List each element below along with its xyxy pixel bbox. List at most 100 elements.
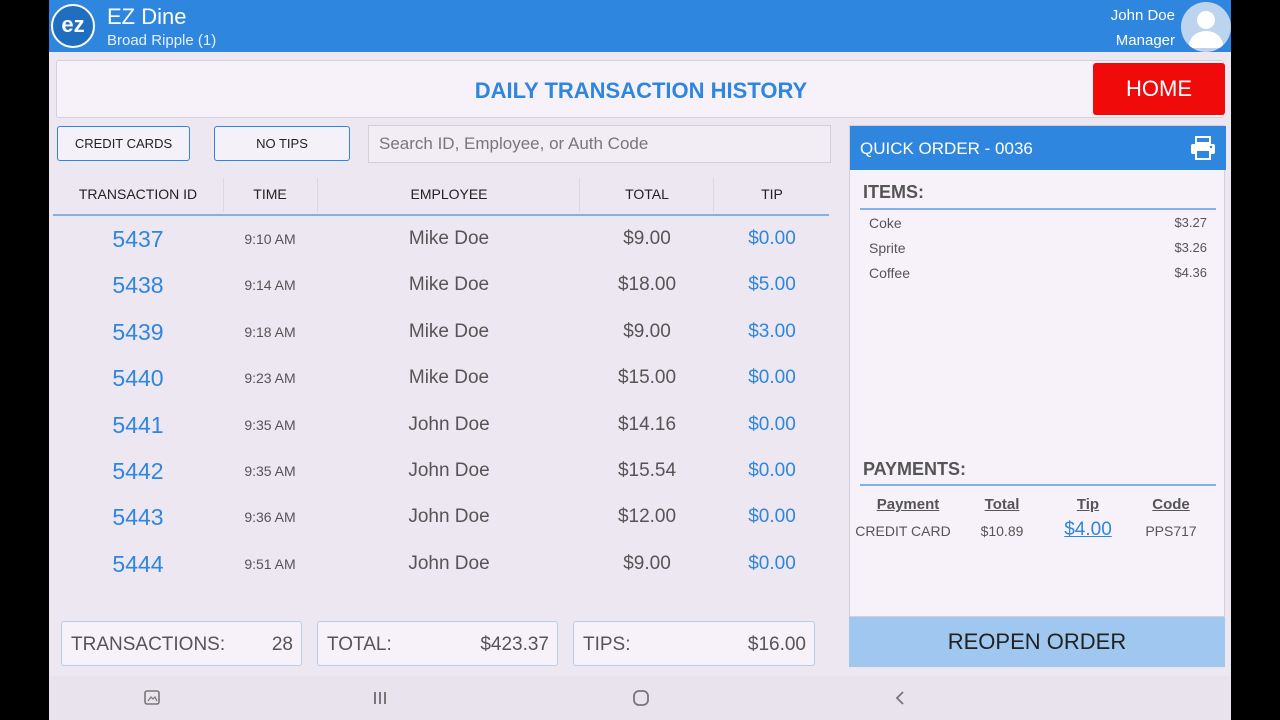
transaction-id[interactable]: 5439 xyxy=(53,309,223,355)
order-detail-panel: QUICK ORDER - 0036 ITEMS: Coke $3.27 Spr… xyxy=(849,125,1226,617)
home-button[interactable]: HOME xyxy=(1093,63,1225,115)
transaction-tip[interactable]: $0.00 xyxy=(715,494,829,540)
transaction-id[interactable]: 5438 xyxy=(53,262,223,308)
table-row[interactable]: 5438 9:14 AM Mike Doe $18.00 $5.00 xyxy=(53,262,829,308)
printer-icon[interactable] xyxy=(1190,136,1216,160)
transaction-tip[interactable]: $0.00 xyxy=(715,355,829,401)
back-icon[interactable] xyxy=(887,686,915,710)
transaction-id[interactable]: 5442 xyxy=(53,448,223,494)
total-value: $423.37 xyxy=(480,634,549,655)
order-title: QUICK ORDER - 0036 xyxy=(860,139,1033,158)
transaction-total: $18.00 xyxy=(617,274,677,296)
order-item: Coffee $4.36 xyxy=(869,265,1207,287)
ez-logo: ez xyxy=(51,4,95,48)
app-window: ez EZ Dine Broad Ripple (1) John Doe Man… xyxy=(49,0,1231,720)
transaction-tip[interactable]: $0.00 xyxy=(715,216,829,262)
transaction-time: 9:35 AM xyxy=(244,462,296,479)
transaction-id[interactable]: 5440 xyxy=(53,355,223,401)
user-avatar-icon[interactable] xyxy=(1181,2,1231,52)
table-row[interactable]: 5439 9:18 AM Mike Doe $9.00 $3.00 xyxy=(53,309,829,355)
column-header-transaction-id[interactable]: TRANSACTION ID xyxy=(53,174,223,214)
transaction-tip[interactable]: $0.00 xyxy=(715,541,829,587)
transaction-total: $15.54 xyxy=(617,459,677,481)
transaction-total: $9.00 xyxy=(623,228,671,249)
transaction-id[interactable]: 5444 xyxy=(53,541,223,587)
transaction-total: $9.00 xyxy=(623,552,671,574)
transaction-employee: Mike Doe xyxy=(408,274,490,296)
payment-header-code: Code xyxy=(1152,496,1190,513)
payment-header-method: Payment xyxy=(876,496,940,513)
transaction-time: 9:23 AM xyxy=(244,370,296,387)
system-nav-bar xyxy=(49,676,1231,720)
payments-divider xyxy=(860,484,1216,486)
table-row[interactable]: 5437 9:10 AM Mike Doe $9.00 $0.00 xyxy=(53,216,829,262)
transaction-employee: John Doe xyxy=(408,552,490,574)
transactions-value: 28 xyxy=(271,634,293,655)
table-header: TRANSACTION ID TIME EMPLOYEE TOTAL TIP xyxy=(53,174,829,216)
page-header: DAILY TRANSACTION HISTORY HOME xyxy=(56,60,1225,118)
home-circle-icon[interactable] xyxy=(627,686,655,710)
payment-total: $10.89 xyxy=(980,523,1024,539)
payment-header-total: Total xyxy=(984,496,1020,513)
transaction-total: $12.00 xyxy=(617,506,677,528)
tips-box: TIPS: $16.00 xyxy=(573,621,815,666)
transaction-employee: John Doe xyxy=(408,459,490,481)
item-name: Sprite xyxy=(869,240,906,256)
column-header-total[interactable]: TOTAL xyxy=(581,174,713,214)
location-label: Broad Ripple (1) xyxy=(107,32,217,49)
total-label: TOTAL: xyxy=(327,634,392,655)
items-divider xyxy=(860,208,1216,210)
user-name: John Doe xyxy=(1110,7,1175,24)
column-header-employee[interactable]: EMPLOYEE xyxy=(319,174,579,214)
transaction-employee: John Doe xyxy=(408,413,490,435)
table-row[interactable]: 5440 9:23 AM Mike Doe $15.00 $0.00 xyxy=(53,355,829,401)
transaction-tip[interactable]: $3.00 xyxy=(715,309,829,355)
transaction-id[interactable]: 5443 xyxy=(53,494,223,540)
item-price: $3.27 xyxy=(1174,215,1207,230)
search-input[interactable] xyxy=(368,125,831,163)
transaction-id[interactable]: 5437 xyxy=(53,216,223,262)
table-row[interactable]: 5442 9:35 AM John Doe $15.54 $0.00 xyxy=(53,448,829,494)
transaction-time: 9:36 AM xyxy=(244,509,296,526)
credit-cards-filter-button[interactable]: CREDIT CARDS xyxy=(57,126,190,161)
recents-icon[interactable] xyxy=(366,686,394,710)
order-item: Coke $3.27 xyxy=(869,215,1207,237)
table-row[interactable]: 5441 9:35 AM John Doe $14.16 $0.00 xyxy=(53,402,829,448)
transaction-time: 9:51 AM xyxy=(244,555,296,572)
transactions-count-box: TRANSACTIONS: 28 xyxy=(61,621,302,666)
item-price: $4.36 xyxy=(1174,265,1207,280)
transaction-tip[interactable]: $0.00 xyxy=(715,402,829,448)
payment-tip-link[interactable]: $4.00 xyxy=(1053,519,1123,541)
app-title: EZ Dine xyxy=(107,4,187,29)
table-body: 5437 9:10 AM Mike Doe $9.00 $0.00 5438 9… xyxy=(53,216,829,587)
order-item: Sprite $3.26 xyxy=(869,240,1207,262)
no-tips-filter-button[interactable]: NO TIPS xyxy=(214,126,350,161)
reopen-order-button[interactable]: REOPEN ORDER xyxy=(849,616,1225,667)
transaction-id[interactable]: 5441 xyxy=(53,402,223,448)
payments-section-title: PAYMENTS: xyxy=(863,459,967,479)
payment-code: PPS717 xyxy=(1145,523,1197,539)
transaction-employee: Mike Doe xyxy=(408,320,490,342)
column-header-tip[interactable]: TIP xyxy=(715,174,829,214)
transaction-time: 9:35 AM xyxy=(244,416,296,433)
payment-header-tip: Tip xyxy=(1076,496,1100,513)
transactions-label: TRANSACTIONS: xyxy=(71,634,226,655)
column-header-time[interactable]: TIME xyxy=(225,174,315,214)
transaction-employee: Mike Doe xyxy=(408,367,490,389)
order-header: QUICK ORDER - 0036 xyxy=(850,126,1226,170)
transaction-total: $9.00 xyxy=(623,320,671,342)
tips-value: $16.00 xyxy=(747,634,806,655)
transaction-employee: Mike Doe xyxy=(408,228,490,249)
item-name: Coffee xyxy=(869,265,910,281)
items-section-title: ITEMS: xyxy=(863,182,924,202)
table-row[interactable]: 5444 9:51 AM John Doe $9.00 $0.00 xyxy=(53,541,829,587)
user-role: Manager xyxy=(1115,32,1175,49)
tips-label: TIPS: xyxy=(583,634,631,655)
transaction-time: 9:18 AM xyxy=(244,323,296,340)
payment-method: CREDIT CARD xyxy=(855,523,951,539)
table-row[interactable]: 5443 9:36 AM John Doe $12.00 $0.00 xyxy=(53,494,829,540)
transaction-tip[interactable]: $5.00 xyxy=(715,262,829,308)
transaction-tip[interactable]: $0.00 xyxy=(715,448,829,494)
screenshot-icon[interactable] xyxy=(138,686,166,710)
transaction-employee: John Doe xyxy=(408,506,490,528)
